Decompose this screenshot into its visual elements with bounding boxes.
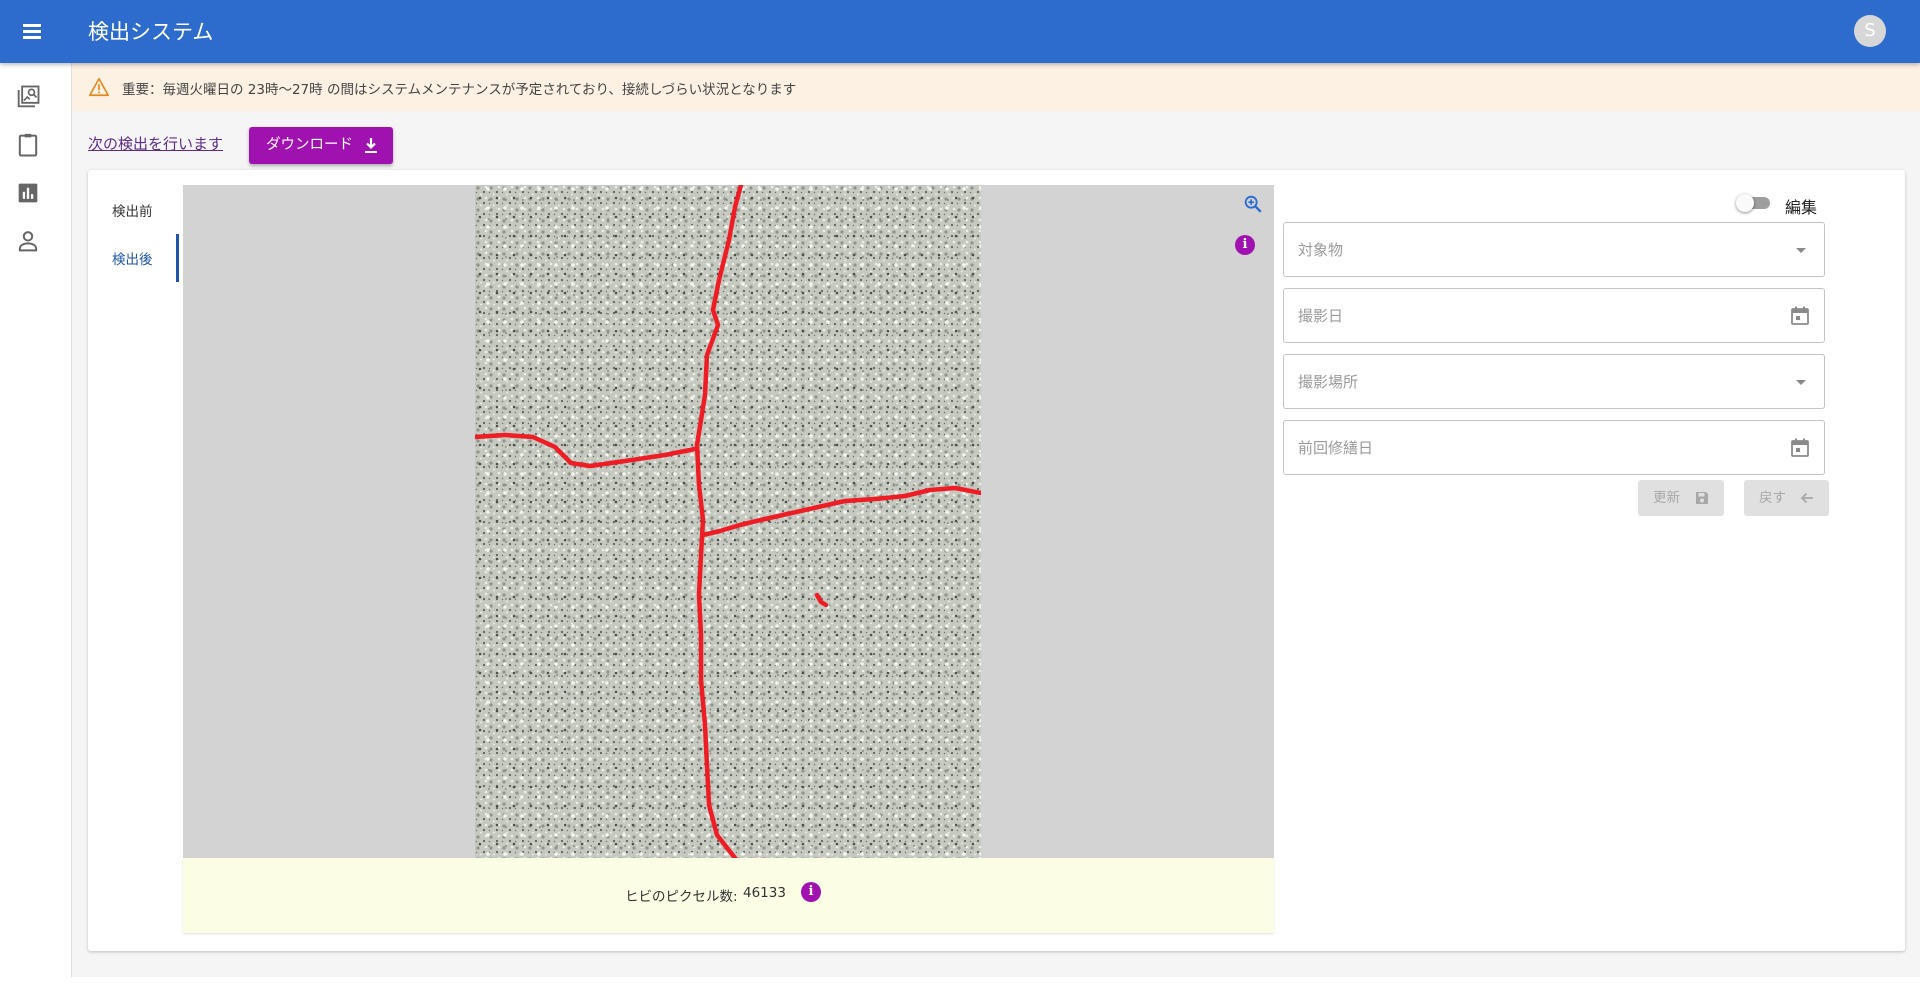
chevron-down-icon (1796, 380, 1806, 385)
tab-before-detection[interactable]: 検出前 (112, 200, 153, 220)
person-icon[interactable] (14, 227, 42, 255)
edit-toggle-label: 編集 (1785, 198, 1818, 217)
back-button-label: 戻す (1759, 490, 1786, 506)
warning-icon (89, 77, 109, 97)
save-icon (1696, 492, 1708, 504)
arrow-left-icon (1800, 492, 1813, 504)
target-select[interactable]: 対象物 (1283, 222, 1825, 277)
shoot-date-field[interactable]: 撮影日 (1283, 288, 1825, 343)
update-button[interactable]: 更新 (1638, 480, 1724, 516)
app-title: 検出システム (88, 20, 214, 44)
chart-icon[interactable] (14, 179, 42, 207)
download-button[interactable]: ダウンロード (249, 127, 393, 164)
last-repair-date-label: 前回修繕日 (1298, 439, 1374, 457)
main-area: 重要：毎週火曜日の 23時～27時 の間はシステムメンテナンスが予定されており、… (72, 63, 1920, 977)
shoot-place-label: 撮影場所 (1298, 373, 1359, 391)
download-icon (365, 138, 377, 153)
calendar-icon[interactable] (1788, 436, 1812, 460)
shoot-date-label: 撮影日 (1298, 307, 1344, 325)
result-info-icon[interactable]: i (801, 882, 821, 902)
detected-crack-image[interactable] (475, 185, 981, 858)
avatar[interactable]: S (1854, 15, 1886, 47)
update-button-label: 更新 (1653, 490, 1680, 506)
last-repair-date-field[interactable]: 前回修繕日 (1283, 420, 1825, 475)
image-search-icon[interactable] (14, 83, 42, 111)
crack-pixel-count-value: 46133 (743, 885, 786, 901)
app-bar: 検出システム S (0, 0, 1920, 63)
next-detection-link[interactable]: 次の検出を行います (88, 133, 223, 154)
shoot-place-select[interactable]: 撮影場所 (1283, 354, 1825, 409)
detection-card: 検出前 検出後 i ヒビのピクセル数: 46133 i 編集 対象物 撮影日 撮… (88, 170, 1905, 951)
back-button[interactable]: 戻す (1744, 480, 1829, 516)
notice-text: 重要：毎週火曜日の 23時～27時 の間はシステムメンテナンスが予定されており、… (122, 82, 797, 98)
active-tab-indicator (176, 234, 179, 282)
target-select-label: 対象物 (1298, 241, 1344, 259)
menu-icon[interactable] (19, 18, 45, 44)
crack-pixel-count-label: ヒビのピクセル数: (625, 889, 738, 905)
maintenance-notice: 重要：毎週火曜日の 23時～27時 の間はシステムメンテナンスが予定されており、… (72, 63, 1920, 111)
edit-toggle-knob (1736, 194, 1754, 212)
edit-toggle[interactable] (1736, 194, 1772, 212)
result-bar: ヒビのピクセル数: 46133 i (183, 858, 1274, 933)
nav-rail (0, 63, 72, 977)
tab-after-detection[interactable]: 検出後 (112, 248, 153, 268)
calendar-icon[interactable] (1788, 304, 1812, 328)
clipboard-icon[interactable] (14, 131, 42, 159)
zoom-in-icon[interactable] (1242, 193, 1264, 215)
chevron-down-icon (1796, 248, 1806, 253)
download-button-label: ダウンロード (266, 137, 353, 153)
image-viewer: i (183, 185, 1274, 858)
viewer-info-icon[interactable]: i (1235, 235, 1255, 255)
